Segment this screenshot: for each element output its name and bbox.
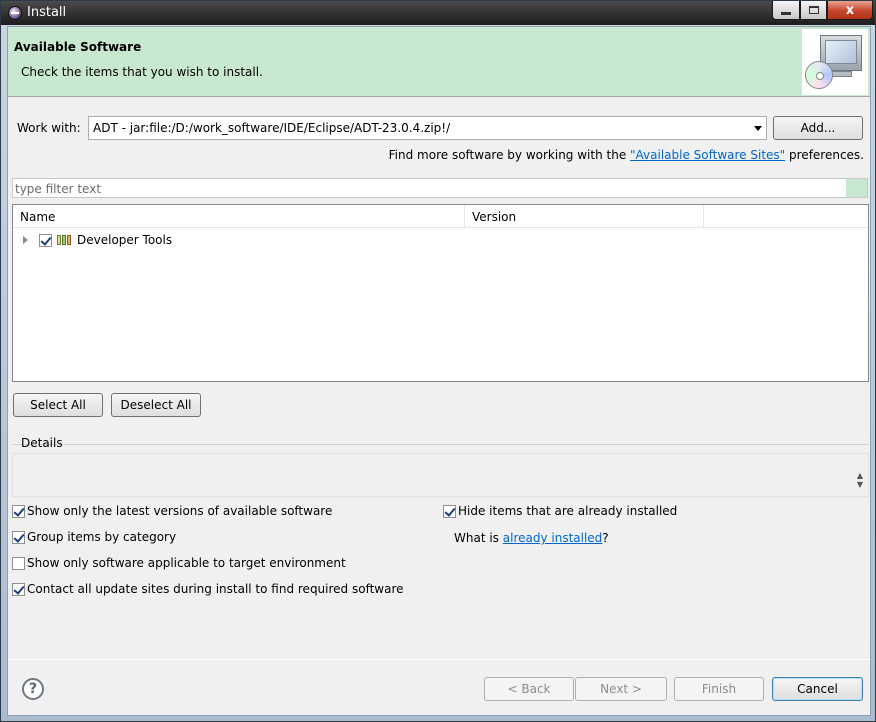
find-more-suffix: preferences.: [785, 148, 864, 162]
details-label: Details: [21, 436, 63, 450]
tree-item-label: Developer Tools: [77, 233, 173, 247]
software-tree[interactable]: Name Version Developer Tools: [12, 204, 869, 382]
category-icon: [57, 235, 71, 245]
available-software-sites-link[interactable]: "Available Software Sites": [630, 148, 785, 162]
back-button[interactable]: < Back: [484, 677, 574, 701]
target-environment-label: Show only software applicable to target …: [27, 556, 346, 570]
select-all-button[interactable]: Select All: [13, 393, 103, 417]
what-is-installed-text: What is already installed?: [454, 531, 609, 545]
filter-input[interactable]: type filter text: [12, 178, 868, 198]
find-more-prefix: Find more software by working with the: [388, 148, 631, 162]
developer-tools-checkbox[interactable]: [39, 234, 52, 247]
minimize-icon: [781, 11, 791, 15]
hide-installed-checkbox[interactable]: [443, 504, 456, 518]
eclipse-icon: [8, 6, 22, 20]
install-software-icon: [802, 29, 868, 95]
details-scroll-icon[interactable]: ▲ ▼: [855, 471, 865, 491]
page-description: Check the items that you wish to install…: [21, 65, 263, 79]
contact-update-sites-checkbox[interactable]: [12, 582, 25, 596]
work-with-value: ADT - jar:file:/D:/work_software/IDE/Ecl…: [93, 121, 451, 135]
group-by-category-label: Group items by category: [27, 530, 177, 544]
column-header-name[interactable]: Name: [13, 205, 465, 228]
already-installed-link[interactable]: already installed: [503, 531, 603, 545]
group-by-category-checkbox[interactable]: [12, 530, 25, 544]
close-icon: x: [845, 2, 855, 18]
finish-button[interactable]: Finish: [674, 677, 764, 701]
work-with-combo[interactable]: ADT - jar:file:/D:/work_software/IDE/Ecl…: [88, 116, 767, 140]
work-with-label: Work with:: [17, 121, 81, 135]
tree-header: Name Version: [13, 205, 868, 228]
install-dialog: Install x Available Software Check the i…: [0, 0, 876, 722]
dropdown-arrow-icon[interactable]: [753, 122, 763, 134]
tree-row-developer-tools[interactable]: Developer Tools: [13, 229, 868, 251]
maximize-icon: [808, 6, 819, 14]
monitor-base: [830, 71, 852, 77]
column-header-version[interactable]: Version: [465, 205, 704, 228]
find-more-text: Find more software by working with the "…: [389, 148, 864, 162]
details-group: ▲ ▼: [12, 444, 869, 497]
column-header-empty: [704, 205, 868, 228]
target-environment-checkbox[interactable]: [12, 556, 25, 570]
maximize-button[interactable]: [800, 1, 827, 20]
option-latest-versions[interactable]: Show only the latest versions of availab…: [12, 504, 332, 518]
add-site-button[interactable]: Add...: [773, 116, 863, 140]
close-button[interactable]: x: [827, 1, 873, 20]
option-hide-installed[interactable]: Hide items that are already installed: [443, 504, 677, 518]
minimize-button[interactable]: [772, 1, 800, 20]
title-bar[interactable]: Install x: [1, 1, 875, 25]
option-target-environment[interactable]: Show only software applicable to target …: [12, 556, 346, 570]
cd-disc-icon: [805, 61, 833, 89]
contact-update-sites-label: Contact all update sites during install …: [27, 582, 404, 596]
what-is-prefix: What is: [454, 531, 503, 545]
footer-separator: [8, 659, 870, 660]
page-title: Available Software: [14, 40, 142, 54]
help-icon[interactable]: ?: [22, 678, 44, 700]
cancel-button[interactable]: Cancel: [772, 677, 863, 701]
latest-versions-label: Show only the latest versions of availab…: [27, 504, 333, 518]
what-is-suffix: ?: [602, 531, 609, 545]
expand-arrow-icon[interactable]: [23, 236, 28, 244]
next-button[interactable]: Next >: [575, 677, 667, 701]
latest-versions-checkbox[interactable]: [12, 504, 25, 518]
option-group-by-category[interactable]: Group items by category: [12, 530, 176, 544]
details-text-area[interactable]: ▲ ▼: [12, 453, 869, 497]
filter-clear-button[interactable]: [846, 179, 867, 197]
dialog-content: Available Software Check the items that …: [7, 26, 871, 716]
deselect-all-button[interactable]: Deselect All: [111, 393, 201, 417]
filter-placeholder: type filter text: [15, 182, 102, 196]
header-banner: Available Software Check the items that …: [8, 27, 870, 97]
hide-installed-label: Hide items that are already installed: [458, 504, 678, 518]
window-title: Install: [27, 5, 67, 20]
option-contact-update-sites[interactable]: Contact all update sites during install …: [12, 582, 404, 596]
